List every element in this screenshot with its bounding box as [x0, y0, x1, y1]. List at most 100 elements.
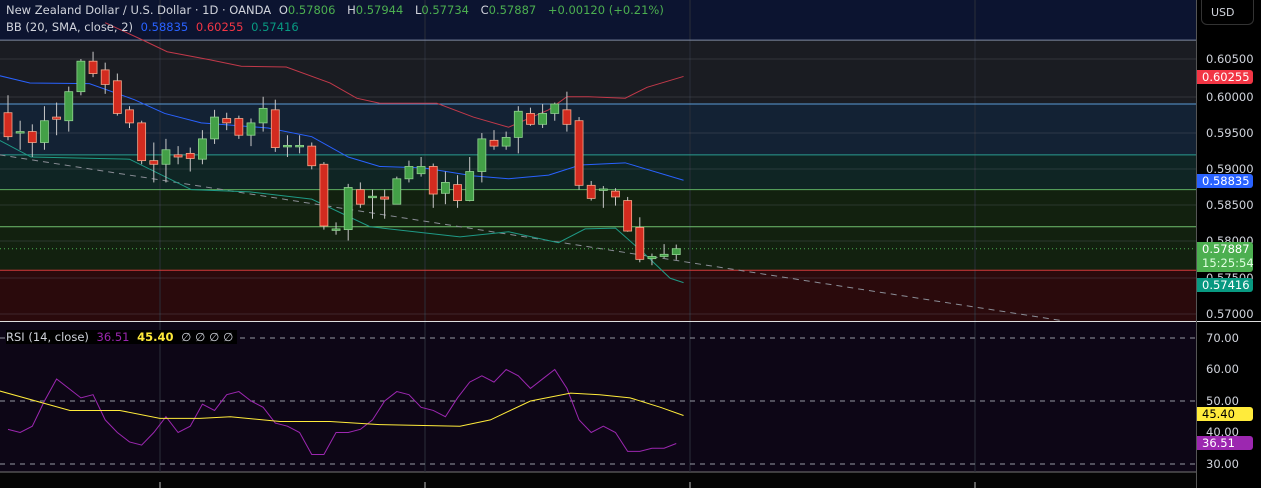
candle-body — [550, 103, 560, 114]
candle-body — [368, 195, 377, 199]
candle-body — [659, 253, 669, 257]
candle-body — [355, 189, 365, 205]
rsi-label: RSI (14, close) — [6, 330, 89, 344]
rsi-badge: 36.51 — [1197, 436, 1253, 450]
bb-label: BB (20, SMA, close, 2) — [6, 20, 133, 34]
ohlc-low: L0.57734 — [414, 3, 469, 17]
candle-body — [100, 69, 110, 85]
price-tick: 0.59500 — [1206, 126, 1254, 140]
price-chart[interactable] — [0, 0, 1196, 488]
candle-down — [623, 196, 633, 232]
rsi-na-3: ∅ — [209, 330, 220, 344]
candle-body — [465, 171, 475, 201]
candle-body — [52, 116, 61, 120]
candle-body — [611, 190, 620, 198]
symbol-title[interactable]: New Zealand Dollar / U.S. Dollar · 1D · … — [6, 3, 271, 17]
candle-body — [307, 145, 317, 167]
pane-separator[interactable] — [1197, 321, 1261, 322]
time-axis — [0, 472, 1196, 488]
candle-down — [319, 162, 329, 230]
candle-body — [598, 188, 608, 191]
candle-body — [513, 110, 523, 138]
candle-body — [392, 178, 402, 205]
candle-body — [88, 60, 98, 74]
bb-lower-value: 0.57416 — [251, 20, 299, 34]
candle-body — [586, 184, 596, 199]
candle-body — [440, 182, 450, 194]
rsi-tick: 70.00 — [1206, 331, 1239, 345]
candle-body — [295, 144, 305, 148]
rsi-value: 36.51 — [96, 330, 130, 344]
zone — [0, 104, 1196, 155]
rsi-na-1: ∅ — [181, 330, 192, 344]
zone — [0, 189, 1196, 271]
candle-body — [15, 131, 25, 134]
candle-body — [76, 60, 86, 93]
candle-body — [319, 163, 329, 227]
candle-down — [574, 117, 584, 190]
bb-basis-value: 0.58835 — [140, 20, 189, 34]
ohlc-high: H0.57944 — [347, 3, 404, 17]
candle-body — [283, 144, 292, 148]
candle-body — [416, 166, 426, 175]
candle-body — [270, 109, 280, 148]
ohlc-change: +0.00120 (+0.21%) — [547, 3, 664, 17]
candle-body — [3, 112, 13, 138]
candle-body — [125, 109, 134, 124]
bb-legend[interactable]: BB (20, SMA, close, 2) 0.58835 0.60255 0… — [6, 20, 303, 34]
rsi-na-2: ∅ — [195, 330, 206, 344]
candle-body — [246, 122, 256, 136]
candle-body — [343, 187, 353, 231]
last-price-badge: 0.57887 15:25:54 — [1197, 242, 1254, 272]
currency-button[interactable]: USD — [1201, 0, 1254, 25]
candle-body — [197, 138, 207, 160]
candle-body — [647, 256, 657, 260]
candle-body — [453, 184, 462, 201]
candle-body — [64, 91, 74, 122]
candle-down — [137, 120, 147, 165]
price-tick: 0.60000 — [1206, 90, 1254, 104]
candle-body — [173, 154, 183, 158]
bar-countdown: 15:25:54 — [1202, 256, 1254, 270]
rsi-ma-badge: 45.40 — [1197, 407, 1253, 421]
candle-body — [112, 80, 122, 114]
price-tick: 0.58500 — [1206, 198, 1254, 212]
candle-body — [331, 228, 341, 231]
last-price: 0.57887 — [1202, 242, 1250, 256]
candle-body — [526, 113, 535, 125]
bb-lower-badge: 0.57416 — [1197, 278, 1253, 292]
candle-body — [635, 227, 645, 260]
candle-body — [210, 116, 219, 140]
rsi-tick: 50.00 — [1206, 394, 1239, 408]
candle-body — [40, 120, 49, 143]
candle-body — [161, 149, 171, 165]
candle-body — [27, 131, 37, 143]
bb-upper-badge: 0.60255 — [1197, 70, 1253, 84]
candle-body — [258, 107, 268, 124]
candle-body — [574, 120, 584, 186]
ohlc-close: C0.57887 — [480, 3, 537, 17]
zone — [0, 154, 1196, 190]
ohlc-open: O0.57806 — [278, 3, 336, 17]
candle-down — [307, 142, 317, 170]
rsi-tick: 30.00 — [1206, 457, 1239, 471]
candle-body — [149, 160, 159, 165]
candle-body — [428, 166, 438, 195]
candle-body — [562, 109, 572, 125]
candle-body — [489, 139, 499, 147]
candle-body — [623, 200, 633, 232]
price-axis[interactable]: USD 0.60500 0.60000 0.59500 0.59000 0.58… — [1196, 0, 1261, 488]
bb-upper-value: 0.60255 — [195, 20, 244, 34]
candle-body — [380, 196, 390, 200]
candle-down — [234, 115, 244, 139]
rsi-legend[interactable]: RSI (14, close) 36.51 45.40 ∅ ∅ ∅ ∅ — [6, 330, 238, 344]
candle-body — [185, 152, 195, 159]
zone — [0, 40, 1196, 105]
candle-body — [234, 118, 244, 136]
bb-basis-badge: 0.58835 — [1197, 174, 1253, 188]
rsi-tick: 60.00 — [1206, 362, 1239, 376]
candle-body — [404, 166, 414, 180]
candle-body — [538, 113, 547, 125]
candle-up — [76, 59, 86, 96]
candle-body — [501, 137, 511, 147]
